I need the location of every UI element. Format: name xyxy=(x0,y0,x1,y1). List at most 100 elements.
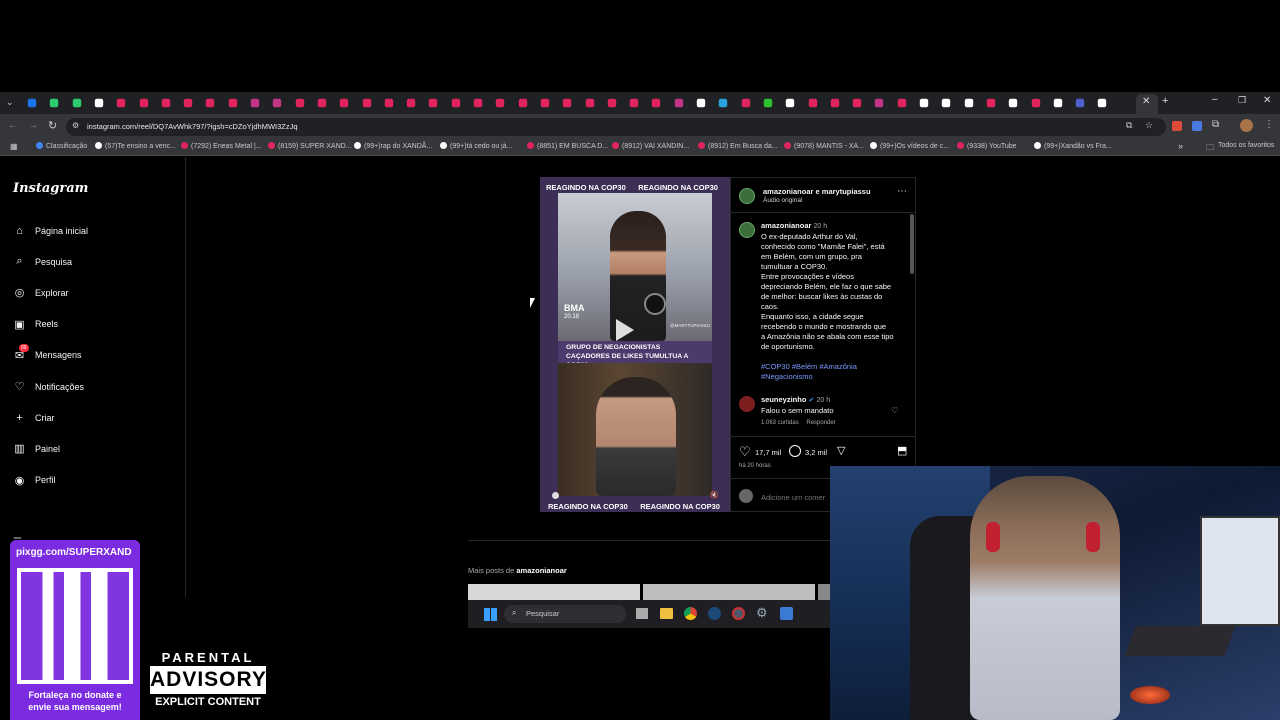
browser-tab-favicon[interactable] xyxy=(50,98,59,108)
browser-tab-favicon[interactable] xyxy=(496,98,505,108)
sidebar-item-heart[interactable]: ♡ Notificações xyxy=(13,380,84,393)
browser-tab-favicon[interactable] xyxy=(830,98,839,108)
hashtags-line-1[interactable]: #COP30 #Belém #Amazônia xyxy=(761,362,907,372)
share-icon[interactable]: ▽ xyxy=(837,444,845,457)
bookmark-item[interactable]: (8912) Em Busca da... xyxy=(698,142,778,150)
browser-tab-favicon[interactable] xyxy=(273,98,282,108)
browser-tab-favicon[interactable] xyxy=(518,98,527,108)
user-tag-icon[interactable] xyxy=(552,492,559,499)
browser-tab-favicon[interactable] xyxy=(250,98,260,108)
forward-icon[interactable]: → xyxy=(28,120,38,131)
browser-tab-favicon[interactable] xyxy=(741,98,750,108)
browser-tab-favicon[interactable] xyxy=(206,98,215,108)
apps-grid-icon[interactable]: ▦ xyxy=(10,142,18,151)
bookmark-item[interactable]: (7292) Eneas Metal |... xyxy=(181,142,262,150)
bookmark-item[interactable]: (9338) YouTube xyxy=(957,142,1017,150)
browser-tab-favicon[interactable] xyxy=(562,98,572,108)
comment-like-heart-icon[interactable]: ♡ xyxy=(891,406,898,415)
more-post-thumbnail-2[interactable] xyxy=(643,584,815,600)
more-post-thumbnail-3[interactable] xyxy=(818,584,830,600)
browser-tab-favicon[interactable] xyxy=(674,98,683,108)
extension-blue-icon[interactable] xyxy=(1192,121,1202,131)
browser-tab-favicon[interactable] xyxy=(406,98,416,108)
bookmark-item[interactable]: (57)Te ensino a venc... xyxy=(95,142,176,150)
hashtags-line-2[interactable]: #Negacionismo xyxy=(761,372,907,382)
app-icon-blue[interactable] xyxy=(780,607,793,620)
browser-tab-favicon[interactable] xyxy=(942,98,951,108)
address-field[interactable]: ⚙ instagram.com/reel/DQ7AvWhk797/?igsh=c… xyxy=(66,118,1166,136)
bookmarks-overflow-icon[interactable]: » xyxy=(1178,141,1183,151)
tab-search-icon[interactable]: ⌄ xyxy=(6,97,18,109)
minimize-icon[interactable]: – xyxy=(1212,94,1218,105)
header-avatar[interactable] xyxy=(739,188,755,204)
sidebar-item-compass[interactable]: ◎ Explorar xyxy=(13,286,69,299)
install-app-icon[interactable]: ⧉ xyxy=(1126,120,1132,131)
bookmark-item[interactable]: (8159) SUPER XAND... xyxy=(268,142,352,150)
browser-tab-favicon[interactable] xyxy=(763,98,773,108)
browser-tab-favicon[interactable] xyxy=(339,98,349,108)
header-user[interactable]: amazonianoar e marytupiassu xyxy=(763,187,871,197)
reel-video[interactable]: REAGINDO NA COP30 REAGINDO NA COP30 REAG… xyxy=(540,177,730,512)
browser-tab-favicon[interactable] xyxy=(875,98,884,108)
file-explorer-icon[interactable] xyxy=(660,608,673,619)
browser-tab-favicon[interactable] xyxy=(540,98,550,108)
header-audio[interactable]: Áudio original xyxy=(763,197,802,204)
browser-tab-favicon[interactable] xyxy=(785,98,795,108)
commenter-name[interactable]: seuneyzinho xyxy=(761,395,806,404)
scrollbar[interactable] xyxy=(910,214,914,274)
browser-tab-favicon[interactable] xyxy=(808,98,817,108)
sidebar-item-reels[interactable]: ▣ Reels xyxy=(13,318,58,331)
menu-icon[interactable]: ⋮ xyxy=(1264,119,1274,130)
browser-tab-favicon[interactable] xyxy=(629,98,639,108)
comment-likes[interactable]: 1.063 curtidas xyxy=(761,420,799,426)
browser-tab-favicon[interactable] xyxy=(607,98,616,108)
profile-avatar-icon[interactable] xyxy=(1240,119,1253,132)
sidebar-item-dashboard[interactable]: ▥ Painel xyxy=(13,442,60,455)
more-posts-user[interactable]: amazonianoar xyxy=(516,566,566,575)
author-name[interactable]: amazonianoar xyxy=(761,221,811,230)
browser-tab-favicon[interactable] xyxy=(72,98,81,108)
windows-start-icon[interactable] xyxy=(484,608,497,621)
save-bookmark-icon[interactable]: ⬒ xyxy=(897,444,907,457)
browser-tab-favicon[interactable] xyxy=(183,98,193,108)
sidebar-item-home[interactable]: ⌂ Página inicial xyxy=(13,224,88,237)
browser-tab-favicon[interactable] xyxy=(317,98,327,108)
browser-tab-favicon[interactable] xyxy=(384,98,393,108)
browser-tab-favicon[interactable] xyxy=(897,98,906,108)
task-view-icon[interactable] xyxy=(636,608,648,619)
bookmark-star-icon[interactable]: ☆ xyxy=(1145,120,1153,131)
browser-tab-favicon[interactable] xyxy=(161,98,170,108)
sidebar-item-search[interactable]: ⌕ Pesquisa xyxy=(13,255,72,268)
browser-tab-favicon[interactable] xyxy=(986,98,996,108)
app-icon-red[interactable] xyxy=(732,607,745,620)
browser-tab-favicon[interactable] xyxy=(1098,98,1107,108)
bookmark-item[interactable]: (99+)rap do XANDÃ... xyxy=(354,142,432,150)
bookmark-item[interactable]: (99+)Xandão vs Fra... xyxy=(1034,142,1112,150)
all-bookmarks-link[interactable]: Todos os favoritos xyxy=(1218,142,1274,149)
browser-tab-favicon[interactable] xyxy=(696,98,706,108)
browser-tab-favicon[interactable] xyxy=(451,98,460,108)
settings-gear-icon[interactable]: ⚙ xyxy=(756,605,768,621)
instagram-logo[interactable]: Instagram xyxy=(13,181,88,196)
close-tab-icon[interactable]: ✕ xyxy=(1142,96,1150,107)
more-post-thumbnail-1[interactable] xyxy=(468,584,640,600)
bookmark-item[interactable]: (9078) MANTIS - XA... xyxy=(784,142,864,150)
author-avatar[interactable] xyxy=(739,222,755,238)
bookmark-item[interactable]: (99+)tá cedo ou já... xyxy=(440,142,512,150)
sidebar-item-plus[interactable]: + Criar xyxy=(13,411,54,424)
more-options-icon[interactable]: ⋯ xyxy=(897,186,907,197)
play-icon[interactable] xyxy=(616,319,634,341)
browser-tab-favicon[interactable] xyxy=(228,98,237,108)
browser-tab-favicon[interactable] xyxy=(429,98,438,108)
sidebar-item-profile[interactable]: ◉ Perfil xyxy=(13,474,56,487)
maximize-icon[interactable]: ❐ xyxy=(1238,95,1246,106)
browser-tab-favicon[interactable] xyxy=(1008,98,1018,108)
like-heart-icon[interactable]: ♡ xyxy=(739,444,751,460)
bookmark-item[interactable]: Classificação xyxy=(36,142,87,150)
back-icon[interactable]: ← xyxy=(8,120,18,131)
comment-reply[interactable]: Responder xyxy=(806,420,835,426)
browser-tab-favicon[interactable] xyxy=(94,98,104,108)
bookmark-item[interactable]: (99+)Os vídeos de c... xyxy=(870,142,949,150)
browser-tab-favicon[interactable] xyxy=(1075,98,1085,108)
volume-icon[interactable]: 🔇 xyxy=(710,491,719,499)
